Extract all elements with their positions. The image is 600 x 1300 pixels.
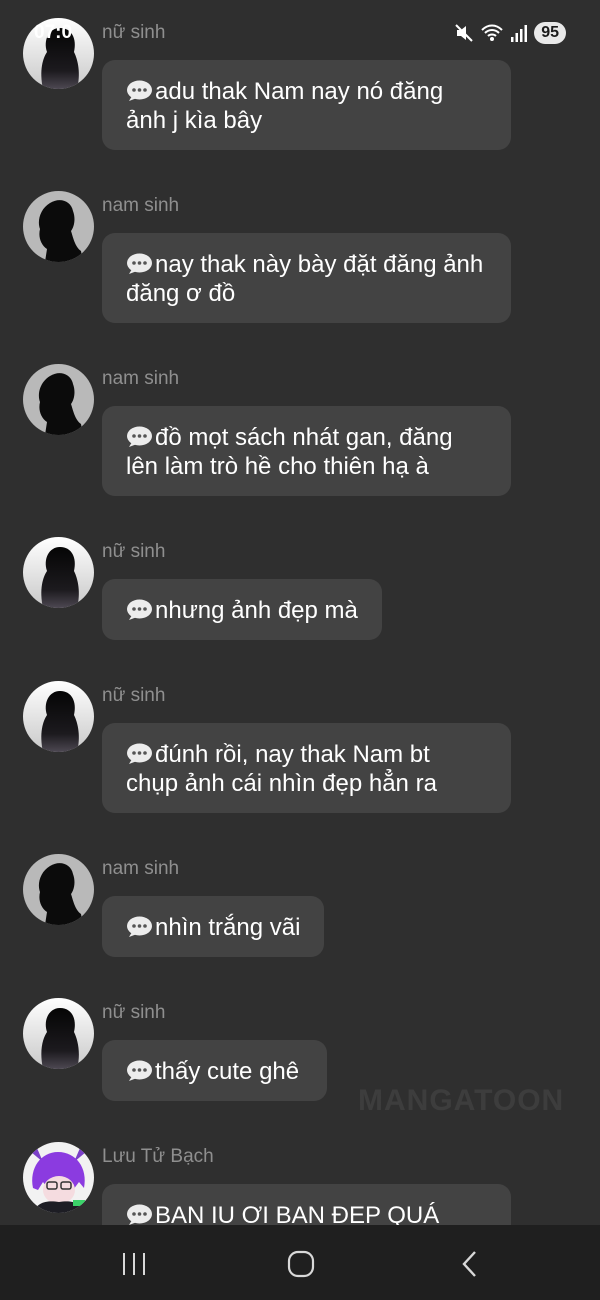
speech-bubble-icon bbox=[126, 916, 153, 938]
message-bubble[interactable]: nay thak này bày đặt đăng ảnh đăng ơ đồ bbox=[102, 233, 511, 323]
message-bubble[interactable]: nhìn trắng vãi bbox=[102, 896, 325, 957]
message-bubble[interactable]: đồ mọt sách nhát gan, đăng lên làm trò h… bbox=[102, 406, 511, 496]
message-text: BAN IU ƠI BAN ĐEP QUÁ bbox=[155, 1202, 440, 1225]
mute-icon bbox=[454, 23, 474, 43]
male-avatar-icon bbox=[23, 364, 94, 435]
home-icon bbox=[287, 1250, 315, 1278]
sender-name: nữ sinh bbox=[102, 541, 166, 562]
sender-name: nữ sinh bbox=[102, 1002, 166, 1023]
sender-name: nam sinh bbox=[102, 858, 180, 879]
status-time: 07:0 bbox=[34, 22, 73, 43]
recent-apps-icon bbox=[123, 1253, 145, 1275]
male-avatar-icon bbox=[23, 191, 94, 262]
sender-name: nam sinh bbox=[102, 195, 180, 216]
avatar[interactable] bbox=[23, 364, 94, 435]
message-bubble[interactable]: BAN IU ƠI BAN ĐEP QUÁ bbox=[102, 1184, 511, 1225]
message-text: adu thak Nam nay nó đăng ảnh j kìa bây bbox=[126, 78, 444, 134]
female-avatar-icon bbox=[23, 998, 94, 1069]
speech-bubble-icon bbox=[126, 1204, 153, 1225]
home-button[interactable] bbox=[281, 1247, 321, 1281]
message-bubble[interactable]: thấy cute ghê bbox=[102, 1040, 327, 1101]
back-icon bbox=[462, 1251, 476, 1277]
wifi-icon bbox=[480, 23, 504, 43]
avatar[interactable] bbox=[23, 998, 94, 1069]
speech-bubble-icon bbox=[126, 599, 153, 621]
avatar[interactable] bbox=[23, 854, 94, 925]
message-bubble[interactable]: đúnh rồi, nay thak Nam bt chụp ảnh cái n… bbox=[102, 723, 511, 813]
recent-apps-button[interactable] bbox=[114, 1247, 154, 1281]
speech-bubble-icon bbox=[126, 743, 153, 765]
message-text: nhìn trắng vãi bbox=[155, 914, 301, 941]
signal-icon bbox=[510, 23, 528, 43]
chat-list[interactable]: nữ sinh adu thak Nam nay nó đăng ảnh j k… bbox=[0, 0, 600, 1225]
message-text: đúnh rồi, nay thak Nam bt chụp ảnh cái n… bbox=[126, 741, 437, 797]
speech-bubble-icon bbox=[126, 426, 153, 448]
female-avatar-icon bbox=[23, 681, 94, 752]
sender-name: Lưu Tử Bạch bbox=[102, 1146, 214, 1167]
message-text: nay thak này bày đặt đăng ảnh đăng ơ đồ bbox=[126, 251, 484, 307]
speech-bubble-icon bbox=[126, 253, 153, 275]
watermark: MANGATOON bbox=[358, 1084, 565, 1117]
message-bubble[interactable]: adu thak Nam nay nó đăng ảnh j kìa bây bbox=[102, 60, 511, 150]
message-bubble[interactable]: nhưng ảnh đẹp mà bbox=[102, 579, 382, 640]
navigation-bar bbox=[0, 1225, 600, 1300]
sender-name: nam sinh bbox=[102, 368, 180, 389]
back-button[interactable] bbox=[450, 1247, 490, 1281]
speech-bubble-icon bbox=[126, 80, 153, 102]
avatar[interactable] bbox=[23, 537, 94, 608]
battery-indicator: 95 bbox=[534, 22, 566, 44]
status-icons: 95 bbox=[454, 22, 566, 44]
avatar[interactable] bbox=[23, 681, 94, 752]
message-text: thấy cute ghê bbox=[155, 1058, 300, 1085]
avatar[interactable] bbox=[23, 191, 94, 262]
female-avatar-icon bbox=[23, 537, 94, 608]
speech-bubble-icon bbox=[126, 1060, 153, 1082]
status-bar: 07:0 95 bbox=[0, 0, 600, 60]
message-text: nhưng ảnh đẹp mà bbox=[155, 597, 358, 624]
sender-name: nữ sinh bbox=[102, 685, 166, 706]
male-avatar-icon bbox=[23, 854, 94, 925]
message-text: đồ mọt sách nhát gan, đăng lên làm trò h… bbox=[126, 424, 453, 480]
avatar[interactable] bbox=[23, 1142, 94, 1213]
anime-character-avatar-icon bbox=[23, 1142, 94, 1213]
